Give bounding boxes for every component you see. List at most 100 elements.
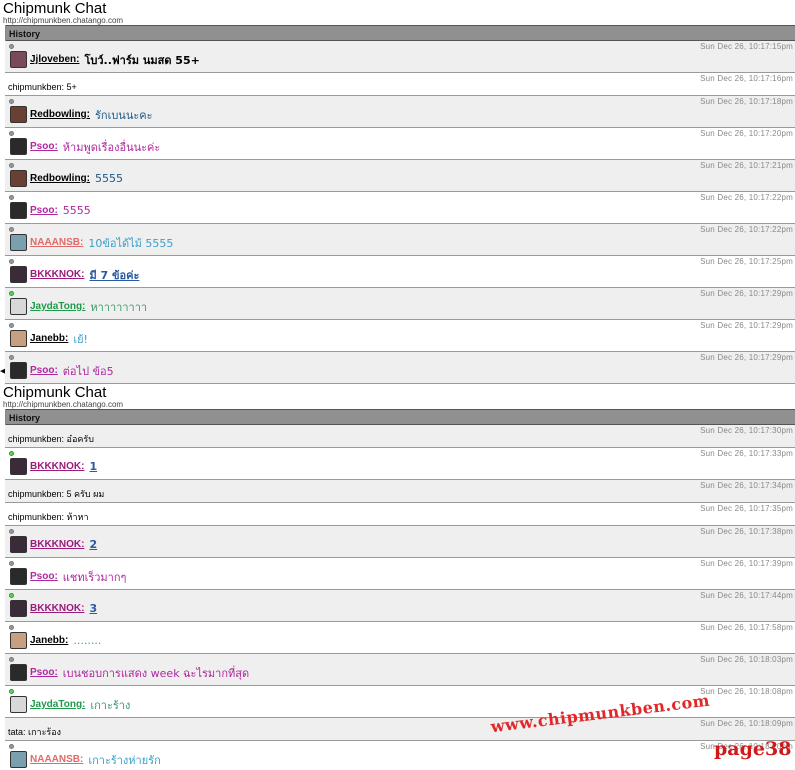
message-text: ต่อไป ข้อ5	[62, 364, 114, 378]
message-timestamp: Sun Dec 26, 10:17:25pm	[700, 257, 793, 266]
message-text: เกาะร้างห่ายรัก	[88, 753, 161, 767]
message-text: รักเบนนะคะ	[95, 108, 153, 122]
username-link[interactable]: Psoo:	[30, 571, 58, 582]
message-text: แชทเร็วมากๆ	[62, 570, 127, 584]
status-dot-icon	[9, 99, 14, 104]
avatar[interactable]	[10, 600, 27, 617]
history-header[interactable]: History	[5, 409, 795, 425]
message-row: Sun Dec 26, 10:17:22pm Psoo: 5555	[5, 192, 795, 224]
status-dot-icon	[9, 689, 14, 694]
status-dot-icon	[9, 131, 14, 136]
username-link[interactable]: Psoo:	[30, 205, 58, 216]
message-row: Sun Dec 26, 10:18:09pm tata: เกาะร้อง	[5, 718, 795, 741]
message-row: Sun Dec 26, 10:17:33pm BKKKNOK: 1	[5, 448, 795, 480]
avatar[interactable]	[10, 568, 27, 585]
app-title: Chipmunk Chat	[0, 0, 795, 17]
avatar[interactable]	[10, 664, 27, 681]
username-link[interactable]: Psoo:	[30, 141, 58, 152]
message-row: Sun Dec 26, 10:17:30pm chipmunkben: อ๋อคร…	[5, 425, 795, 448]
username-link[interactable]: BKKKNOK:	[30, 603, 84, 614]
message-timestamp: Sun Dec 26, 10:17:21pm	[700, 161, 793, 170]
username-link[interactable]: Psoo:	[30, 365, 58, 376]
message-row: Sun Dec 26, 10:17:58pm Janebb:........	[5, 622, 795, 654]
avatar[interactable]	[10, 138, 27, 155]
message-text: 2	[89, 538, 98, 551]
message-row: Sun Dec 26, 10:17:20pm Psoo: ห้ามพูดเรื่อง…	[5, 128, 795, 160]
message-row: Sun Dec 26, 10:17:38pm BKKKNOK: 2	[5, 526, 795, 558]
avatar[interactable]	[10, 298, 27, 315]
avatar[interactable]	[10, 51, 27, 68]
status-dot-icon	[9, 451, 14, 456]
status-dot-icon	[9, 625, 14, 630]
avatar[interactable]	[10, 751, 27, 768]
message-row: Sun Dec 26, 10:18:10pm NAAANSB: เกาะร้างห่…	[5, 741, 795, 770]
message-timestamp: Sun Dec 26, 10:17:34pm	[700, 481, 793, 490]
avatar[interactable]	[10, 696, 27, 713]
status-dot-icon	[9, 529, 14, 534]
message-text: chipmunkben: อ๋อครับ	[8, 434, 94, 444]
status-dot-icon	[9, 593, 14, 598]
app-url[interactable]: http://chipmunkben.chatango.com	[0, 401, 795, 409]
status-dot-icon	[9, 291, 14, 296]
message-text: เกาะร้าง	[90, 698, 131, 712]
username-link[interactable]: BKKKNOK:	[30, 461, 84, 472]
message-text: มี 7 ข้อค่ะ	[89, 268, 140, 282]
avatar[interactable]	[10, 266, 27, 283]
message-timestamp: Sun Dec 26, 10:17:22pm	[700, 193, 793, 202]
message-timestamp: Sun Dec 26, 10:17:29pm	[700, 289, 793, 298]
avatar[interactable]	[10, 458, 27, 475]
message-text: เย้!	[73, 332, 88, 346]
username-link[interactable]: NAAANSB:	[30, 754, 83, 765]
username-link[interactable]: Redbowling:	[30, 173, 90, 184]
message-row: Sun Dec 26, 10:17:29pm Janebb: เย้!	[5, 320, 795, 352]
message-timestamp: Sun Dec 26, 10:17:18pm	[700, 97, 793, 106]
username-link[interactable]: BKKKNOK:	[30, 269, 84, 280]
history-header[interactable]: History	[5, 25, 795, 41]
username-link[interactable]: JaydaTong:	[30, 301, 85, 312]
message-row: Sun Dec 26, 10:17:44pm BKKKNOK: 3	[5, 590, 795, 622]
message-row: Sun Dec 26, 10:17:29pm Psoo: ต่อไป ข้อ5	[5, 352, 795, 384]
message-text: หาาาาาาาา	[90, 300, 148, 314]
status-dot-icon	[9, 744, 14, 749]
message-timestamp: Sun Dec 26, 10:17:15pm	[700, 42, 793, 51]
message-text: chipmunkben: 5+	[8, 82, 77, 92]
status-dot-icon	[9, 44, 14, 49]
username-link[interactable]: NAAANSB:	[30, 237, 83, 248]
avatar[interactable]	[10, 536, 27, 553]
username-link[interactable]: BKKKNOK:	[30, 539, 84, 550]
message-row: Sun Dec 26, 10:17:18pm Redbowling: รักเบนน…	[5, 96, 795, 128]
message-row: Sun Dec 26, 10:17:35pm chipmunkben: ห้าหา	[5, 503, 795, 526]
message-timestamp: Sun Dec 26, 10:17:29pm	[700, 321, 793, 330]
message-timestamp: Sun Dec 26, 10:17:16pm	[700, 74, 793, 83]
message-text: tata: เกาะร้อง	[8, 727, 62, 737]
message-row: Sun Dec 26, 10:17:16pm chipmunkben: 5+	[5, 73, 795, 96]
message-row: Sun Dec 26, 10:17:25pm BKKKNOK: มี 7 ข้อค่…	[5, 256, 795, 288]
username-link[interactable]: JaydaTong:	[30, 699, 85, 710]
avatar[interactable]	[10, 632, 27, 649]
status-dot-icon	[9, 323, 14, 328]
message-list: Sun Dec 26, 10:17:30pm chipmunkben: อ๋อคร…	[5, 425, 795, 770]
username-link[interactable]: Jjloveben:	[30, 54, 79, 65]
status-dot-icon	[9, 259, 14, 264]
username-link[interactable]: Janebb:	[30, 333, 68, 344]
avatar[interactable]	[10, 234, 27, 251]
message-text: เบนชอบการแสดง week ฉะไรมากที่สุด	[62, 666, 250, 680]
message-row: Sun Dec 26, 10:17:29pm JaydaTong: หาาาาาาา…	[5, 288, 795, 320]
message-list: Sun Dec 26, 10:17:15pm Jjloveben: โบว์..ฟา…	[5, 41, 795, 384]
username-link[interactable]: Redbowling:	[30, 109, 90, 120]
message-timestamp: Sun Dec 26, 10:17:39pm	[700, 559, 793, 568]
avatar[interactable]	[10, 170, 27, 187]
status-dot-icon	[9, 227, 14, 232]
avatar[interactable]	[10, 362, 27, 379]
avatar[interactable]	[10, 106, 27, 123]
username-link[interactable]: Janebb:	[30, 635, 68, 646]
message-timestamp: Sun Dec 26, 10:17:20pm	[700, 129, 793, 138]
username-link[interactable]: Psoo:	[30, 667, 58, 678]
avatar[interactable]	[10, 330, 27, 347]
avatar[interactable]	[10, 202, 27, 219]
message-text: chipmunkben: 5 ครับ ผม	[8, 489, 105, 499]
message-timestamp: Sun Dec 26, 10:17:35pm	[700, 504, 793, 513]
chat-window-top: Chipmunk Chat http://chipmunkben.chatang…	[0, 0, 795, 384]
message-timestamp: Sun Dec 26, 10:17:29pm	[700, 353, 793, 362]
app-url[interactable]: http://chipmunkben.chatango.com	[0, 17, 795, 25]
